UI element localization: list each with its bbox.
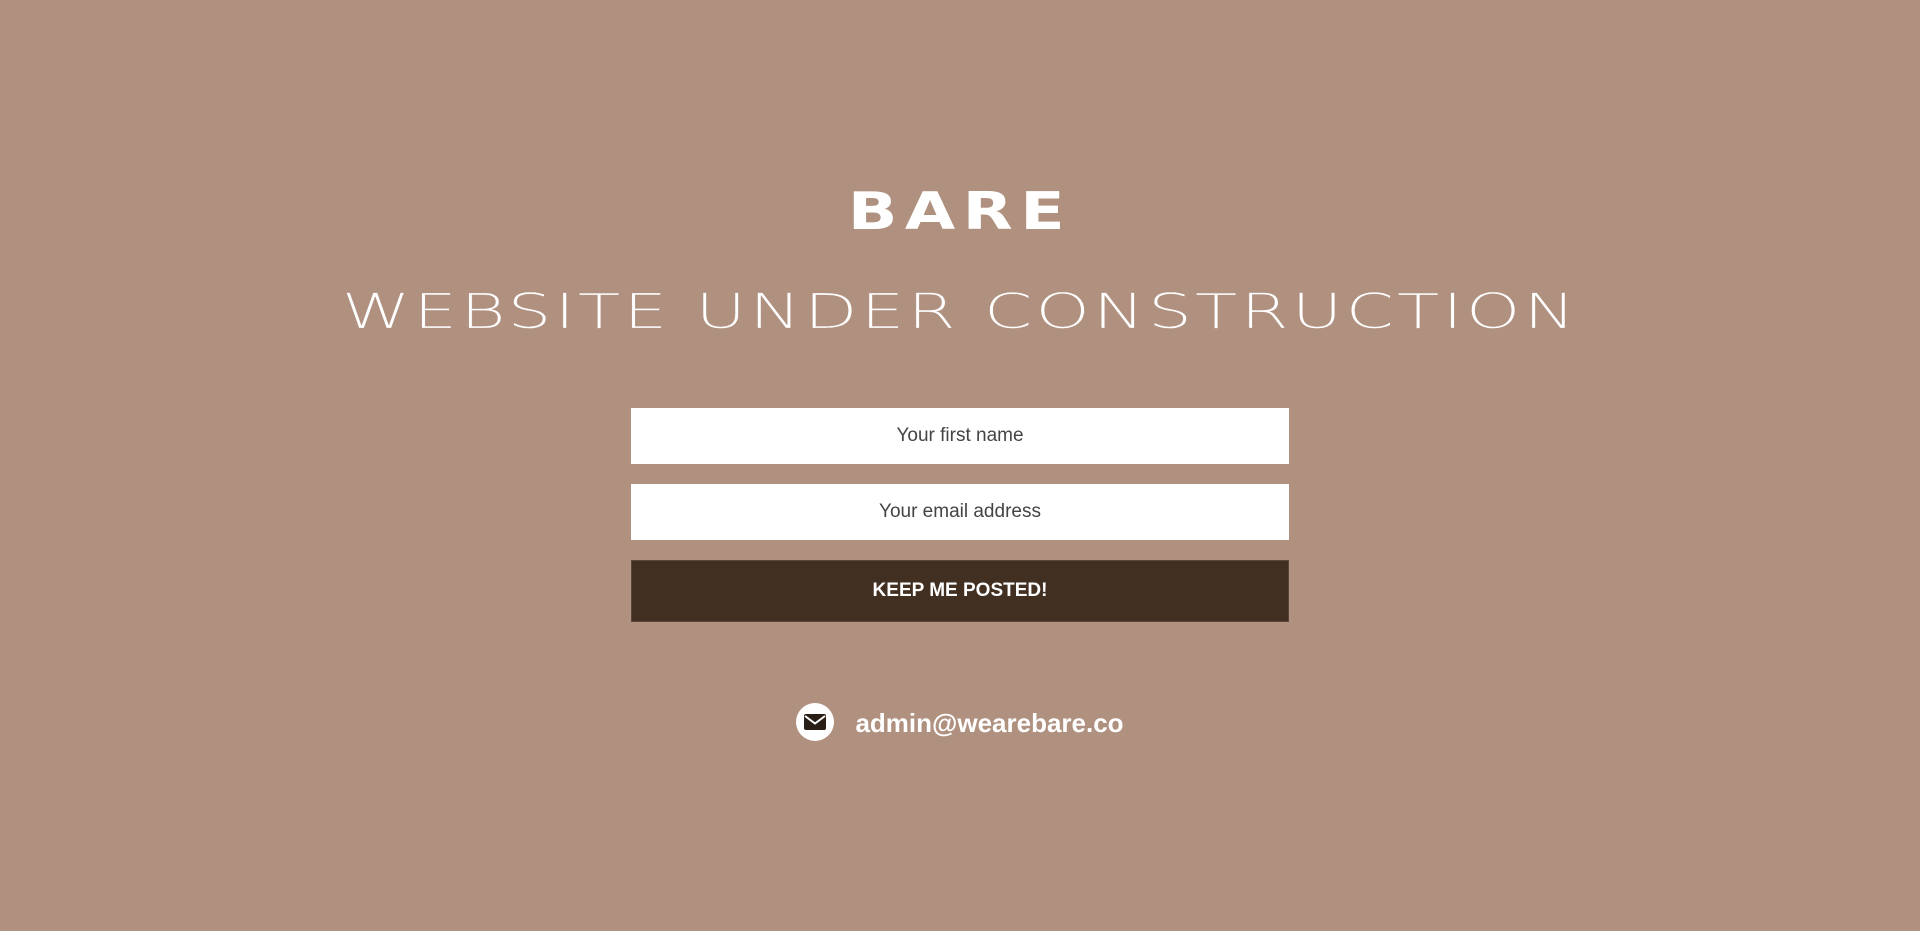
- keep-me-posted-button[interactable]: KEEP ME POSTED!: [631, 560, 1289, 622]
- first-name-field[interactable]: [631, 408, 1289, 464]
- page-title: WEBSITE UNDER CONSTRUCTION: [341, 284, 1579, 340]
- email-field[interactable]: [631, 484, 1289, 540]
- page: BARE WEBSITE UNDER CONSTRUCTION KEEP ME …: [0, 0, 1920, 931]
- signup-form: KEEP ME POSTED!: [631, 408, 1289, 622]
- envelope-icon: [796, 703, 835, 741]
- contact-email-link[interactable]: admin@wearebare.co: [855, 708, 1123, 739]
- contact-info: admin@wearebare.co: [0, 703, 1920, 741]
- brand-logo: BARE: [847, 182, 1073, 242]
